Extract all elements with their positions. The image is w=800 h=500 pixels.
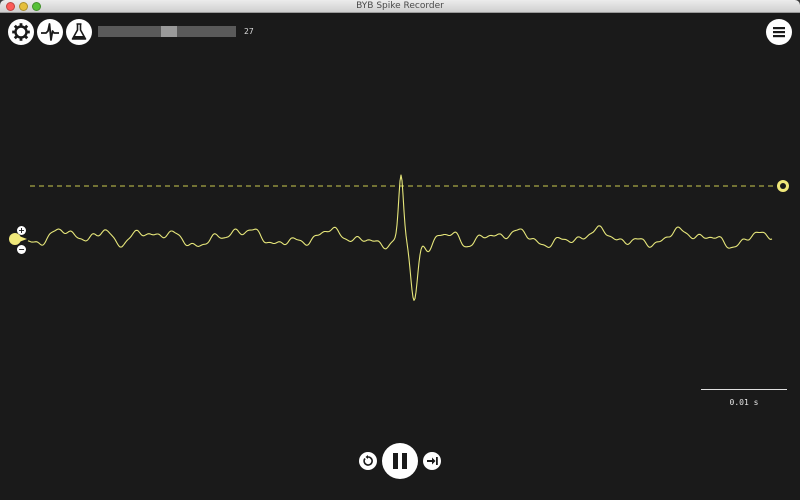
skip-forward-icon — [427, 457, 438, 465]
gain-increase-button[interactable]: + — [17, 226, 26, 235]
level-slider[interactable] — [98, 26, 236, 37]
menu-icon — [773, 27, 785, 38]
level-value: 27 — [244, 27, 254, 36]
config-button[interactable] — [8, 19, 34, 45]
signal-trace — [27, 174, 773, 301]
flask-icon — [71, 23, 87, 40]
signal-plot — [9, 174, 789, 301]
menu-button[interactable] — [766, 19, 792, 45]
gear-icon — [12, 23, 30, 41]
rewind-icon — [363, 455, 373, 466]
time-scale-label: 0.01 s — [729, 398, 759, 407]
app-window: BYB Spike Recorder + − 27 0.01 s — [0, 0, 800, 500]
analysis-button[interactable] — [66, 19, 92, 45]
skip-forward-button[interactable] — [423, 452, 441, 470]
spike-icon — [41, 23, 59, 41]
level-slider-thumb[interactable] — [161, 26, 177, 37]
time-scale-bar — [701, 389, 787, 390]
pause-button[interactable] — [382, 443, 418, 479]
pause-icon — [393, 453, 407, 469]
threshold-handle[interactable] — [777, 180, 789, 192]
threshold-button[interactable] — [37, 19, 63, 45]
rewind-button[interactable] — [359, 452, 377, 470]
gain-decrease-button[interactable]: − — [17, 245, 26, 254]
